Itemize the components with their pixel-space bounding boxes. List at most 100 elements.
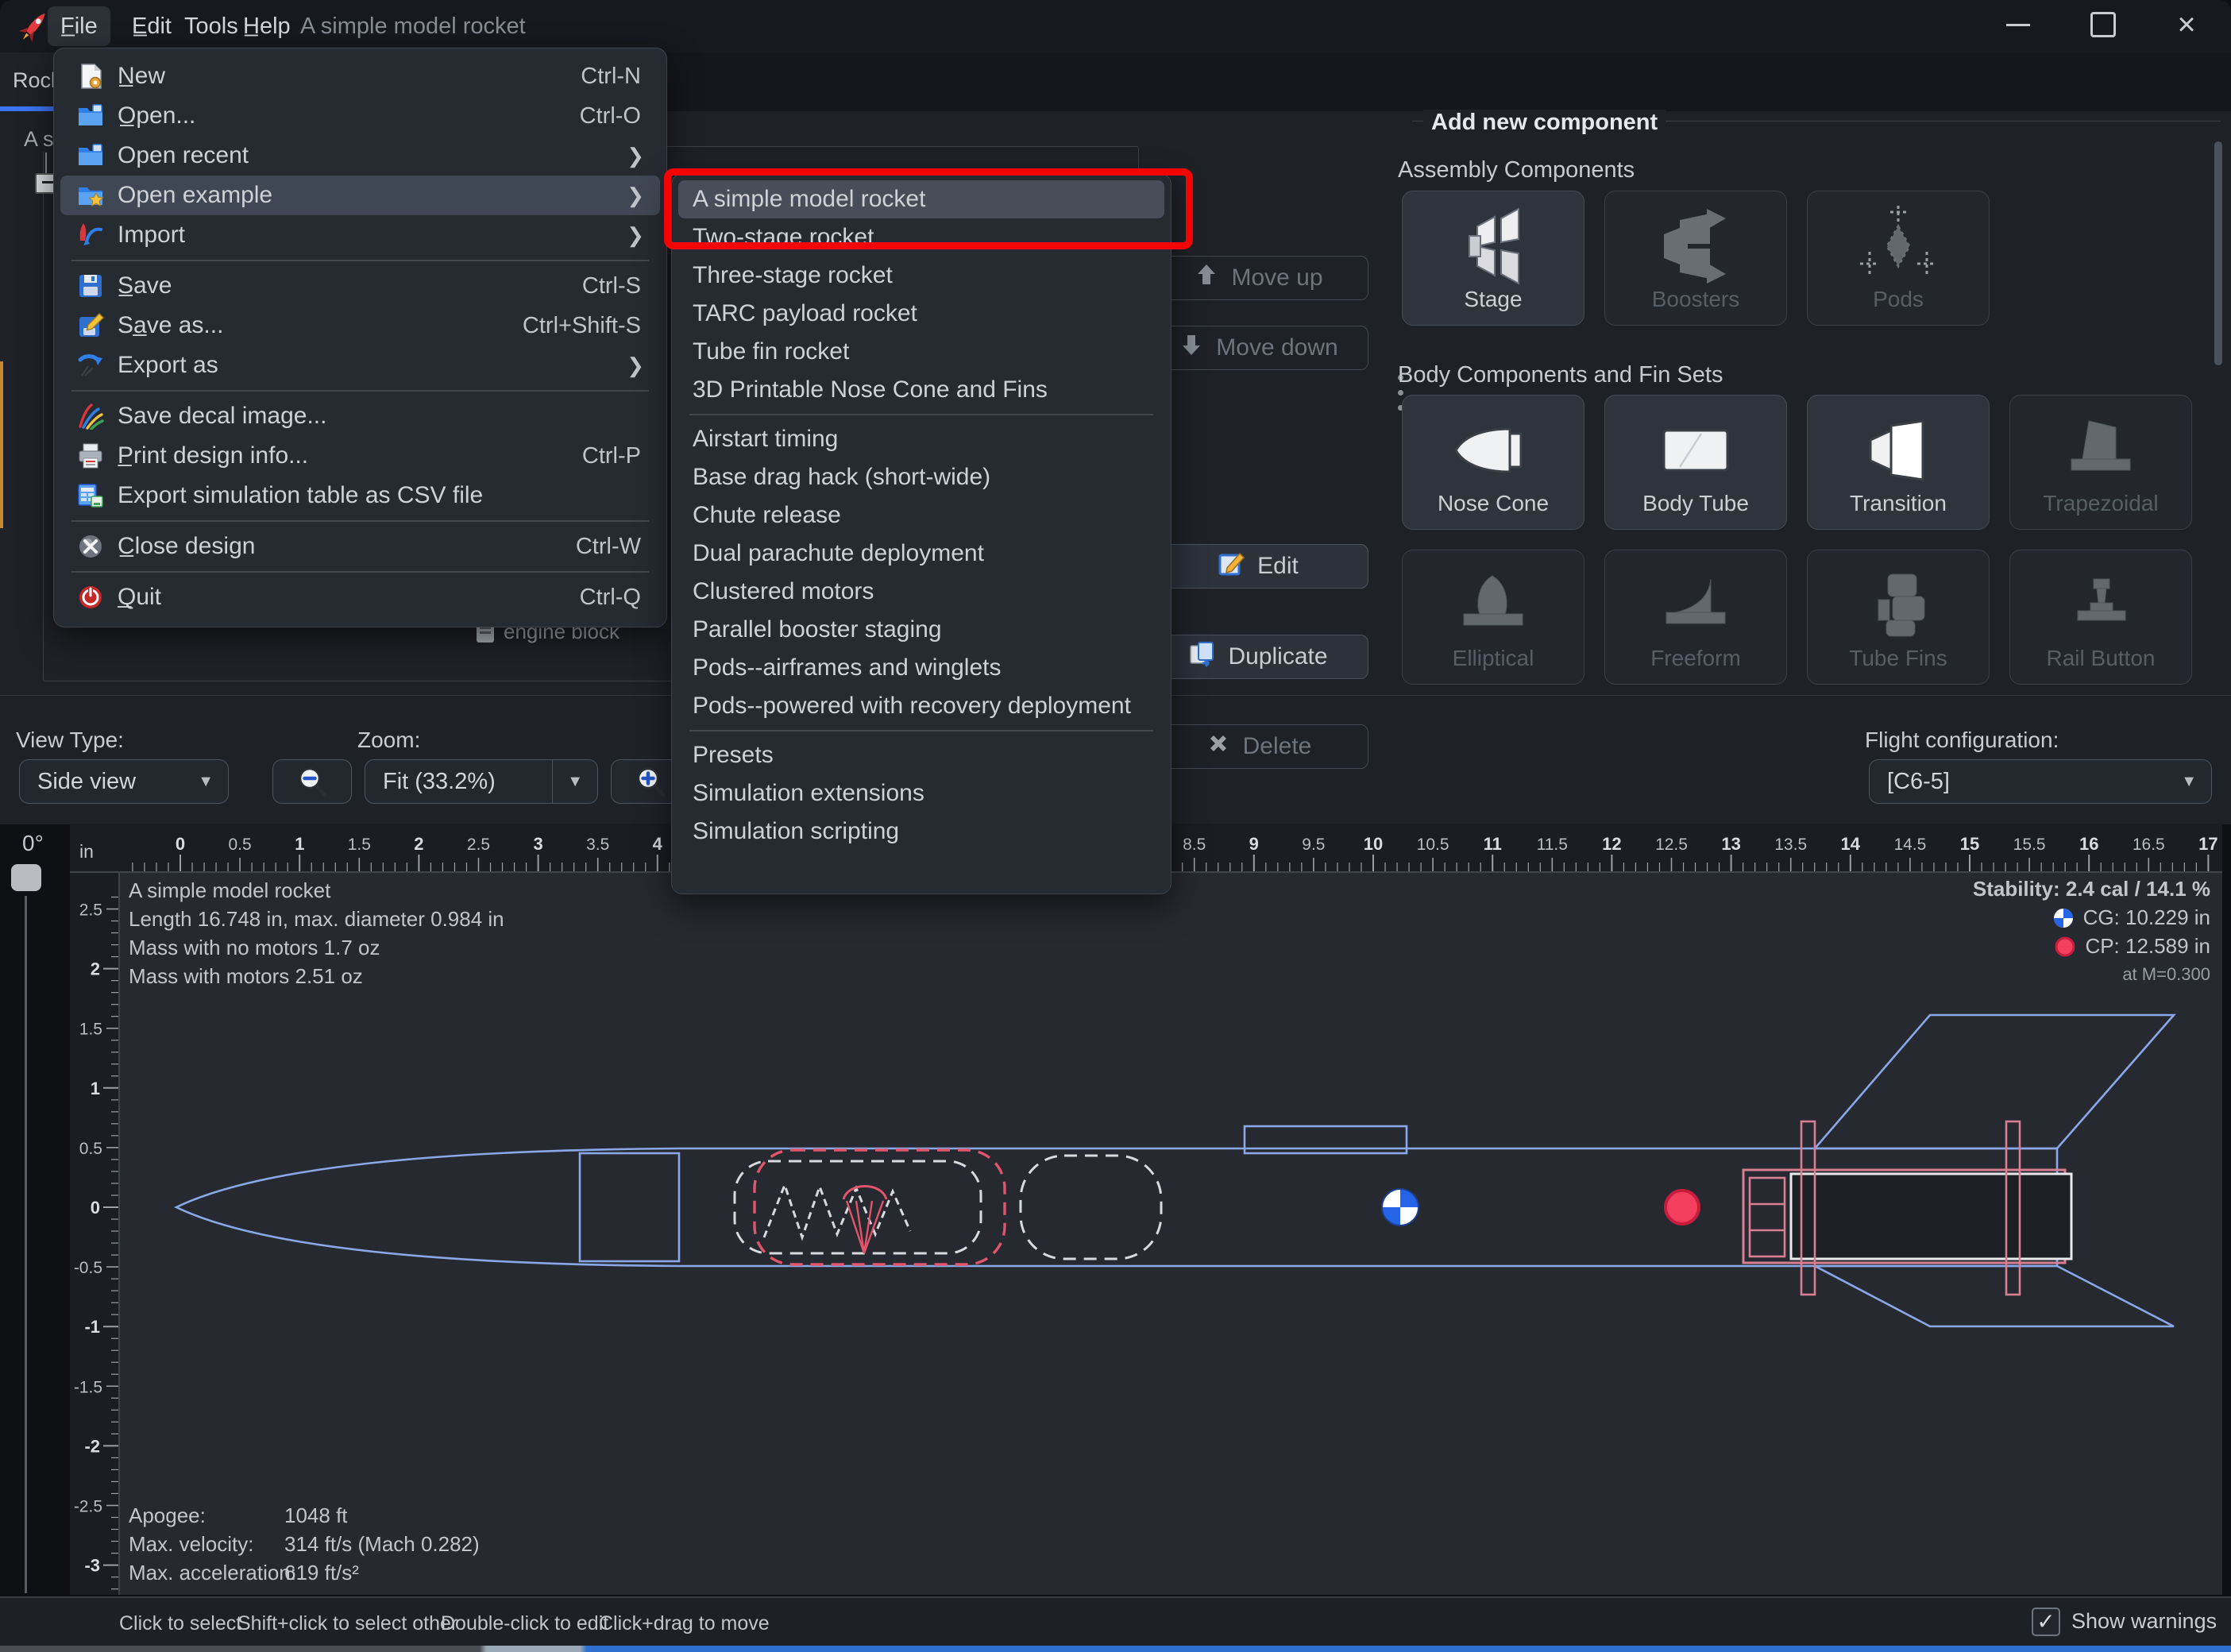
- svg-text:1: 1: [295, 834, 304, 854]
- component-button-freeform[interactable]: Freeform: [1604, 550, 1787, 685]
- rotation-slider-handle[interactable]: [11, 864, 41, 891]
- component-button-transition[interactable]: Transition: [1807, 395, 1990, 530]
- submenu-item-dual-parachute-deployment[interactable]: Dual parachute deployment: [678, 535, 1164, 573]
- add-component-title: Add new component: [1423, 110, 1666, 136]
- taskbar-edge: [0, 1646, 2231, 1652]
- submenu-item-presets[interactable]: Presets: [678, 736, 1164, 774]
- view-type-dropdown[interactable]: Side view ▼: [19, 759, 229, 804]
- csv-table-icon: [75, 482, 106, 509]
- component-button-tube-fins[interactable]: Tube Fins: [1807, 550, 1990, 685]
- component-button-boosters[interactable]: Boosters: [1604, 191, 1787, 326]
- menu-item-open-recent[interactable]: Open recent ❯: [60, 136, 660, 176]
- menu-item-open-example[interactable]: Open example ❯: [60, 176, 660, 215]
- svg-text:9.5: 9.5: [1302, 836, 1325, 854]
- maximize-button[interactable]: [2067, 0, 2139, 49]
- component-button-body-tube[interactable]: Body Tube: [1604, 395, 1787, 530]
- cg-marker: [1381, 1188, 1419, 1226]
- submenu-item-clustered-motors[interactable]: Clustered motors: [678, 573, 1164, 611]
- move-up-button[interactable]: Move up: [1148, 256, 1368, 300]
- menu-item-export-simulation-table-as-csv-file[interactable]: Export simulation table as CSV file: [60, 476, 660, 515]
- zoom-out-button[interactable]: [272, 759, 352, 804]
- submenu-item-tarc-payload-rocket[interactable]: TARC payload rocket: [678, 295, 1164, 333]
- menu-item-quit[interactable]: Q̲uit Ctrl-Q: [60, 577, 660, 617]
- submenu-arrow-icon: ❯: [627, 143, 644, 168]
- component-button-elliptical[interactable]: Elliptical: [1402, 550, 1584, 685]
- submenu-item-pods-airframes-and-winglets[interactable]: Pods--airframes and winglets: [678, 649, 1164, 687]
- svg-text:15: 15: [1960, 834, 1979, 854]
- file-menu: N̲ew Ctrl-N O̲pen... Ctrl-O Open recent ❯ Open…: [53, 48, 667, 627]
- component-button-rail-button[interactable]: Rail Button: [2009, 550, 2192, 685]
- submenu-item-3d-printable-nose-cone-and-fins[interactable]: 3D Printable Nose Cone and Fins: [678, 371, 1164, 409]
- save-icon: [75, 272, 106, 299]
- component-panel-scrollbar[interactable]: [2214, 141, 2222, 365]
- duplicate-button[interactable]: Duplicate: [1148, 635, 1368, 679]
- edit-button[interactable]: Edit: [1148, 544, 1368, 589]
- close-design-icon: [75, 533, 106, 560]
- submenu-item-a-simple-model-rocket[interactable]: A simple model rocket: [678, 180, 1164, 218]
- submenu-item-simulation-extensions[interactable]: Simulation extensions: [678, 774, 1164, 812]
- menubar-item-file[interactable]: F̲ile: [48, 6, 110, 46]
- component-button-stage[interactable]: Stage: [1402, 191, 1584, 326]
- menu-accelerator: Ctrl-W: [575, 533, 641, 559]
- minimize-button[interactable]: [1982, 0, 2054, 49]
- menu-item-export-as[interactable]: Export as ❯: [60, 345, 660, 385]
- menu-separator: [689, 414, 1153, 415]
- delete-button[interactable]: Delete: [1148, 724, 1368, 769]
- submenu-item-simulation-scripting[interactable]: Simulation scripting: [678, 812, 1164, 851]
- open-folder-icon: [75, 142, 106, 169]
- menu-item-save[interactable]: S̲ave Ctrl-S: [60, 266, 660, 306]
- close-button[interactable]: ×: [2151, 0, 2222, 49]
- chevron-down-icon: ▼: [567, 772, 583, 790]
- zoom-out-icon: [299, 767, 327, 797]
- move-down-button[interactable]: Move down: [1148, 326, 1368, 370]
- menubar-item-help[interactable]: H̲elp: [230, 6, 303, 46]
- ruler-unit-label: in: [79, 841, 94, 862]
- submenu-item-three-stage-rocket[interactable]: Three-stage rocket: [678, 257, 1164, 295]
- zoom-dropdown[interactable]: Fit (33.2%) ▼: [365, 759, 598, 804]
- stat-label-apogee: Apogee:: [129, 1503, 206, 1527]
- import-icon: [75, 222, 106, 249]
- submenu-item-base-drag-hack-short-wide[interactable]: Base drag hack (short-wide): [678, 458, 1164, 496]
- new-file-icon: [75, 63, 106, 90]
- submenu-item-airstart-timing[interactable]: Airstart timing: [678, 420, 1164, 458]
- menu-item-new[interactable]: N̲ew Ctrl-N: [60, 56, 660, 96]
- rotation-slider-track[interactable]: [25, 896, 27, 1593]
- svg-text:3: 3: [533, 834, 542, 854]
- chevron-down-icon: ▼: [2181, 772, 2197, 790]
- rocket-design-canvas[interactable]: 00.511.522.533.544.555.566.577.588.599.5…: [70, 824, 2222, 1595]
- submenu-item-chute-release[interactable]: Chute release: [678, 496, 1164, 535]
- open-example-submenu: A simple model rocket Two-stage rocket Thr…: [671, 173, 1171, 894]
- menu-item-close-design[interactable]: C̲lose design Ctrl-W: [60, 527, 660, 566]
- body-tube-icon: [1605, 407, 1786, 494]
- design-length: Length 16.748 in, max. diameter 0.984 in: [129, 907, 504, 931]
- stat-value-max-acceleration: 619 ft/s²: [284, 1561, 359, 1584]
- svg-text:14: 14: [1841, 834, 1861, 854]
- component-button-trapezoidal[interactable]: Trapezoidal: [2009, 395, 2192, 530]
- menu-item-print-design-info[interactable]: P̲rint design info... Ctrl-P: [60, 436, 660, 476]
- section-label-body-components-and-fin-sets: Body Components and Fin Sets: [1398, 362, 1723, 388]
- menu-item-save-as[interactable]: Sa̲ve as... Ctrl+Shift-S: [60, 306, 660, 345]
- motor: [1789, 1172, 2073, 1260]
- submenu-item-two-stage-rocket[interactable]: Two-stage rocket: [678, 218, 1164, 257]
- arrow-down-icon: [1178, 331, 1205, 365]
- stability-text: Stability: 2.4 cal / 14.1 %: [1972, 877, 2210, 901]
- component-button-nose-cone[interactable]: Nose Cone: [1402, 395, 1584, 530]
- component-button-pods[interactable]: Pods: [1807, 191, 1990, 326]
- menu-separator: [71, 520, 649, 522]
- menu-separator: [71, 571, 649, 573]
- menu-item-open[interactable]: O̲pen... Ctrl-O: [60, 96, 660, 136]
- flight-configuration-dropdown[interactable]: [C6-5] ▼: [1869, 759, 2212, 804]
- freeform-fin-icon: [1605, 562, 1786, 649]
- stat-value-apogee: 1048 ft: [284, 1503, 348, 1527]
- svg-text:12: 12: [1602, 834, 1621, 854]
- menu-accelerator: Ctrl+Shift-S: [522, 312, 641, 338]
- show-warnings-checkbox[interactable]: ✓: [2032, 1608, 2060, 1636]
- menu-item-save-decal-image[interactable]: Save decal image...: [60, 396, 660, 436]
- nose-cone-icon: [1403, 407, 1584, 494]
- save-as-icon: [75, 312, 106, 339]
- submenu-item-parallel-booster-staging[interactable]: Parallel booster staging: [678, 611, 1164, 649]
- svg-text:-2: -2: [84, 1436, 100, 1456]
- submenu-item-tube-fin-rocket[interactable]: Tube fin rocket: [678, 333, 1164, 371]
- menu-item-import[interactable]: Import ❯: [60, 215, 660, 255]
- submenu-item-pods-powered-with-recovery-deployment[interactable]: Pods--powered with recovery deployment: [678, 687, 1164, 725]
